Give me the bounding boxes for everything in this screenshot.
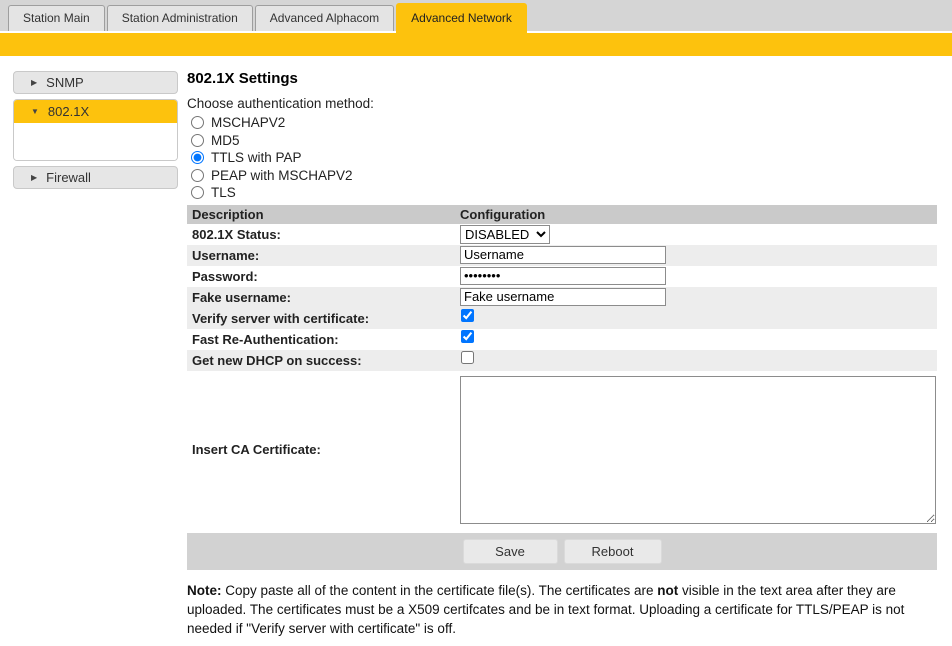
settings-table: Description Configuration 802.1X Status:… — [187, 205, 937, 529]
accent-band — [0, 33, 952, 56]
dhcp-checkbox[interactable] — [461, 351, 474, 364]
tab-bar: Station Main Station Administration Adva… — [0, 0, 952, 31]
auth-option-md5: MD5 — [187, 132, 937, 150]
radio-label: TTLS with PAP — [211, 150, 302, 165]
auth-option-ttls-pap: TTLS with PAP — [187, 149, 937, 167]
table-header-row: Description Configuration — [187, 205, 937, 224]
sidebar-item-firewall[interactable]: ▶ Firewall — [13, 166, 178, 189]
tab-advanced-network[interactable]: Advanced Network — [396, 3, 527, 34]
auth-method-label: Choose authentication method: — [187, 96, 937, 111]
tab-advanced-alphacom[interactable]: Advanced Alphacom — [255, 5, 394, 31]
radio-ttls-pap[interactable] — [191, 151, 204, 164]
note-text: Note: Copy paste all of the content in t… — [187, 581, 946, 638]
table-row: Password: — [187, 266, 937, 287]
tab-station-main[interactable]: Station Main — [8, 5, 105, 31]
chevron-down-icon: ▼ — [31, 107, 39, 116]
content-area: ▶ SNMP ▼ 802.1X ▶ Firewall 802.1X Settin… — [0, 56, 952, 638]
table-row: Verify server with certificate: — [187, 308, 937, 329]
radio-mschapv2[interactable] — [191, 116, 204, 129]
action-bar: Save Reboot — [187, 533, 937, 570]
password-input[interactable] — [460, 267, 666, 285]
row-label: Verify server with certificate: — [187, 308, 455, 329]
radio-peap-mschapv2[interactable] — [191, 169, 204, 182]
sidebar-item-label: Firewall — [46, 170, 91, 185]
reboot-button[interactable]: Reboot — [564, 539, 662, 564]
row-label: Password: — [187, 266, 455, 287]
radio-label: TLS — [211, 185, 236, 200]
table-row: 802.1X Status: DISABLED — [187, 224, 937, 245]
radio-label: PEAP with MSCHAPV2 — [211, 168, 353, 183]
chevron-right-icon: ▶ — [31, 78, 37, 87]
table-row: Insert CA Certificate: — [187, 371, 937, 529]
table-row: Get new DHCP on success: — [187, 350, 937, 371]
chevron-right-icon: ▶ — [31, 173, 37, 182]
sidebar-item-label: SNMP — [46, 75, 84, 90]
ca-certificate-textarea[interactable] — [460, 376, 936, 524]
row-label: Fake username: — [187, 287, 455, 308]
auth-method-list: MSCHAPV2 MD5 TTLS with PAP PEAP with MSC… — [187, 114, 937, 202]
sidebar-item-8021x[interactable]: ▼ 802.1X — [14, 100, 177, 123]
auth-option-peap-mschapv2: PEAP with MSCHAPV2 — [187, 167, 937, 185]
sidebar-8021x-submenu-panel — [14, 123, 177, 160]
sidebar-group-8021x: ▼ 802.1X — [13, 99, 178, 161]
sidebar-item-snmp[interactable]: ▶ SNMP — [13, 71, 178, 94]
tab-station-administration[interactable]: Station Administration — [107, 5, 253, 31]
main-panel: 802.1X Settings Choose authentication me… — [180, 56, 952, 638]
radio-label: MSCHAPV2 — [211, 115, 285, 130]
note-bold-word: not — [657, 583, 678, 598]
save-button[interactable]: Save — [463, 539, 558, 564]
column-header-configuration: Configuration — [455, 205, 937, 224]
auth-option-mschapv2: MSCHAPV2 — [187, 114, 937, 132]
fake-username-input[interactable] — [460, 288, 666, 306]
note-label: Note: — [187, 583, 222, 598]
fast-reauth-checkbox[interactable] — [461, 330, 474, 343]
table-row: Fake username: — [187, 287, 937, 308]
row-label: Insert CA Certificate: — [187, 371, 455, 529]
sidebar: ▶ SNMP ▼ 802.1X ▶ Firewall — [0, 56, 180, 638]
note-part1: Copy paste all of the content in the cer… — [222, 583, 658, 598]
row-label: Fast Re-Authentication: — [187, 329, 455, 350]
status-select[interactable]: DISABLED — [460, 225, 550, 244]
verify-server-checkbox[interactable] — [461, 309, 474, 322]
table-row: Fast Re-Authentication: — [187, 329, 937, 350]
auth-option-tls: TLS — [187, 184, 937, 202]
radio-md5[interactable] — [191, 134, 204, 147]
row-label: Username: — [187, 245, 455, 266]
username-input[interactable] — [460, 246, 666, 264]
radio-label: MD5 — [211, 133, 240, 148]
radio-tls[interactable] — [191, 186, 204, 199]
sidebar-item-label: 802.1X — [48, 104, 89, 119]
row-label: Get new DHCP on success: — [187, 350, 455, 371]
table-row: Username: — [187, 245, 937, 266]
page-title: 802.1X Settings — [187, 70, 937, 87]
column-header-description: Description — [187, 205, 455, 224]
row-label: 802.1X Status: — [187, 224, 455, 245]
